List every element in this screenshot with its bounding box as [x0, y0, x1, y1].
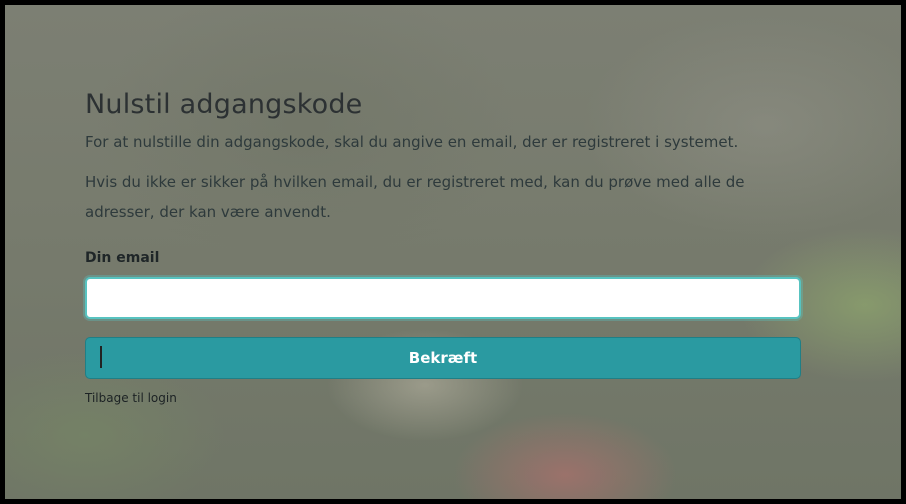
- page-title: Nulstil adgangskode: [85, 89, 363, 120]
- intro-text: For at nulstille din adgangskode, skal d…: [85, 133, 739, 151]
- hint-text: Hvis du ikke er sikker på hvilken email,…: [85, 173, 745, 221]
- email-label: Din email: [85, 250, 160, 266]
- reset-password-panel: Nulstil adgangskode For at nulstille din…: [85, 87, 805, 406]
- confirm-button[interactable]: Bekræft: [85, 337, 801, 379]
- email-input[interactable]: [85, 277, 801, 319]
- text-cursor: [100, 346, 102, 368]
- back-to-login-link[interactable]: Tilbage til login: [85, 391, 177, 405]
- window-frame: Nulstil adgangskode For at nulstille din…: [0, 0, 906, 504]
